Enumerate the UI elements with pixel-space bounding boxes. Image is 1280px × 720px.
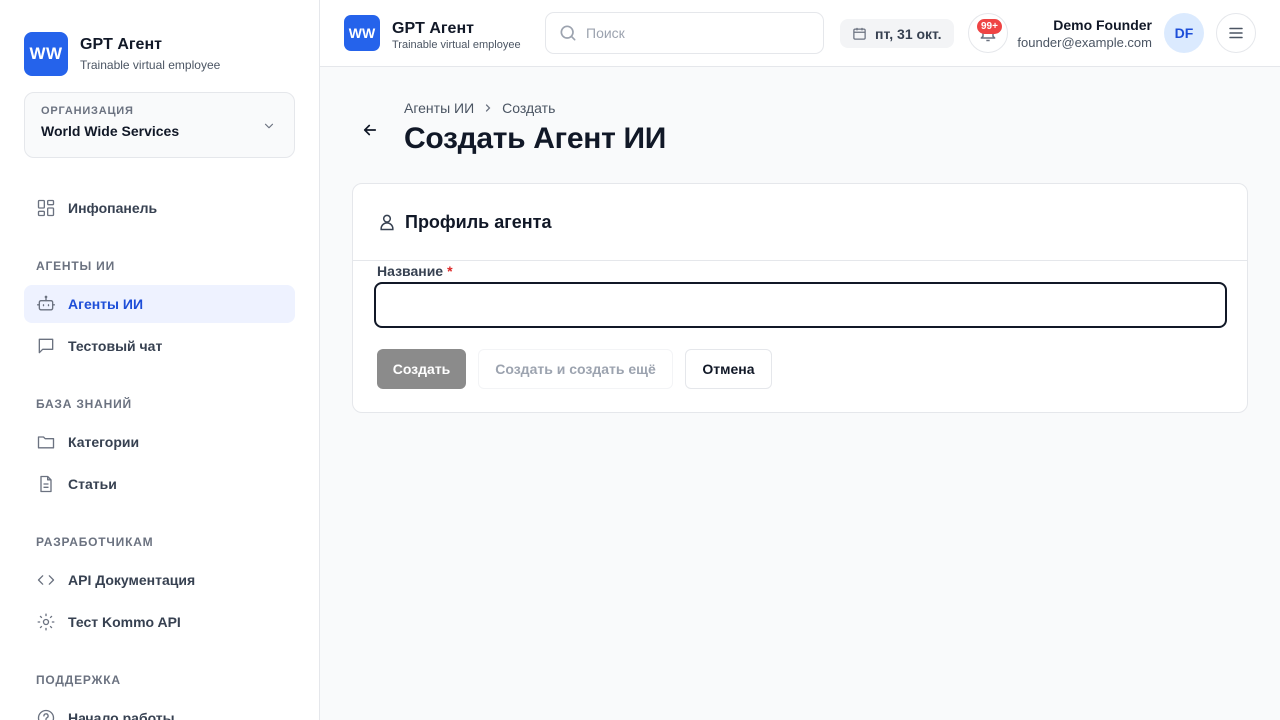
breadcrumb-current: Создать <box>502 100 556 116</box>
hamburger-icon <box>1229 27 1243 39</box>
help-icon <box>37 709 55 720</box>
section-knowledge: БАЗА ЗНАНИЙ <box>36 397 132 411</box>
page-title: Создать Агент ИИ <box>404 122 667 155</box>
avatar[interactable]: DF <box>1164 13 1204 53</box>
sidebar-item-label: Инфопанель <box>68 200 158 216</box>
search-box[interactable] <box>545 12 824 54</box>
calendar-icon <box>853 27 866 40</box>
user-email: founder@example.com <box>1017 35 1152 50</box>
organization-name: World Wide Services <box>41 123 180 139</box>
sidebar-item-label: Тест Kommo API <box>68 614 181 630</box>
cancel-button[interactable]: Отмена <box>685 349 772 389</box>
user-name: Demo Founder <box>1053 17 1152 33</box>
sidebar-item-test-chat[interactable]: Тестовый чат <box>24 327 295 365</box>
sidebar-item-label: Категории <box>68 434 140 450</box>
gear-icon <box>37 613 55 631</box>
breadcrumb-agents[interactable]: Агенты ИИ <box>404 100 474 116</box>
robot-icon <box>37 295 55 311</box>
section-support: ПОДДЕРЖКА <box>36 673 121 687</box>
sidebar-item-getting-started[interactable]: Начало работы <box>24 699 295 720</box>
section-developers: РАЗРАБОТЧИКАМ <box>36 535 154 549</box>
card-title: Профиль агента <box>405 211 552 232</box>
sidebar-item-label: Статьи <box>68 476 117 492</box>
sidebar-app-title: GPT Агент <box>80 36 162 53</box>
create-another-button[interactable]: Создать и создать ещё <box>478 349 673 389</box>
arrow-left-icon <box>363 124 377 136</box>
chevron-right-icon <box>486 104 491 112</box>
chevron-down-icon <box>264 123 274 129</box>
document-icon <box>40 475 52 493</box>
header-brand: GPT Агент Trainable virtual employee <box>392 20 521 52</box>
breadcrumb: Агенты ИИ Создать <box>404 100 555 116</box>
notifications-button[interactable]: 99+ <box>968 13 1008 53</box>
header-app-title: GPT Агент <box>392 20 474 37</box>
code-icon <box>37 575 55 585</box>
header-logo[interactable]: WW <box>344 15 380 51</box>
organization-switcher[interactable]: ОРГАНИЗАЦИЯ World Wide Services <box>24 92 295 158</box>
folder-icon <box>37 436 55 449</box>
name-field-label: Название * <box>377 263 453 279</box>
dashboard-icon <box>37 199 55 217</box>
menu-button[interactable] <box>1216 13 1256 53</box>
sidebar-item-articles[interactable]: Статьи <box>24 465 295 503</box>
name-label-text: Название <box>377 263 444 279</box>
sidebar-app-subtitle: Trainable virtual employee <box>80 58 221 72</box>
user-info[interactable]: Demo Founder founder@example.com <box>1017 16 1152 51</box>
sidebar: WW GPT Агент Trainable virtual employee … <box>0 0 320 720</box>
sidebar-item-categories[interactable]: Категории <box>24 423 295 461</box>
sidebar-item-label: Тестовый чат <box>68 338 163 354</box>
sidebar-item-label: API Документация <box>68 572 196 588</box>
date-chip[interactable]: пт, 31 окт. <box>840 19 954 48</box>
sidebar-logo: WW <box>24 32 68 76</box>
section-agents: АГЕНТЫ ИИ <box>36 259 116 273</box>
required-mark: * <box>447 263 453 279</box>
sidebar-item-dashboard[interactable]: Инфопанель <box>24 189 295 227</box>
sidebar-item-kommo[interactable]: Тест Kommo API <box>24 603 295 641</box>
sidebar-item-label: Агенты ИИ <box>68 296 144 312</box>
sidebar-item-api-docs[interactable]: API Документация <box>24 561 295 599</box>
card-header: Профиль агента <box>353 184 1247 261</box>
current-date: пт, 31 окт. <box>875 25 942 42</box>
back-button[interactable] <box>358 118 382 142</box>
organization-label: ОРГАНИЗАЦИЯ <box>41 105 134 117</box>
sidebar-item-agents[interactable]: Агенты ИИ <box>24 285 295 323</box>
create-button[interactable]: Создать <box>377 349 466 389</box>
sidebar-item-label: Начало работы <box>68 710 175 720</box>
name-input[interactable] <box>374 282 1227 328</box>
sidebar-brand[interactable]: WW GPT Агент Trainable virtual employee <box>24 32 220 76</box>
chat-icon <box>38 338 54 354</box>
notifications-badge: 99+ <box>977 19 1002 34</box>
search-input[interactable] <box>586 25 806 41</box>
search-icon <box>560 25 576 41</box>
header-app-subtitle: Trainable virtual employee <box>392 39 521 51</box>
top-header: WW GPT Агент Trainable virtual employee … <box>320 0 1280 67</box>
agent-profile-card: Профиль агента Название * Создать Создать… <box>352 183 1248 413</box>
user-icon <box>380 214 394 231</box>
